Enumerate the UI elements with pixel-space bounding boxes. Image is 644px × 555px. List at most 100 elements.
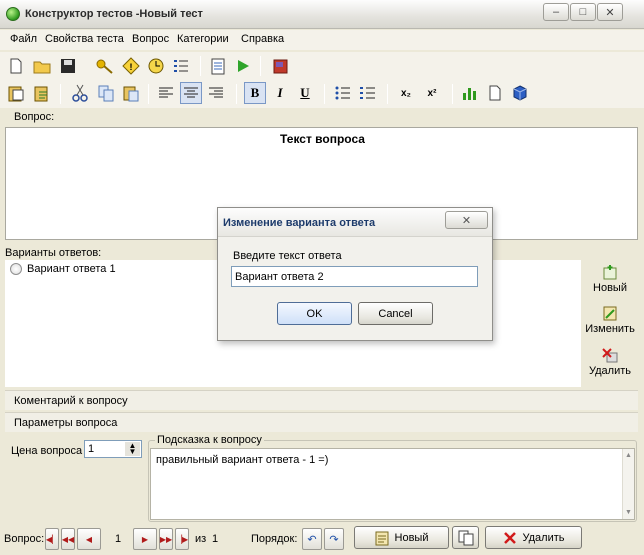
cut-icon[interactable] <box>69 82 91 104</box>
app-icon <box>6 7 20 21</box>
new-file-icon[interactable] <box>5 55 27 77</box>
undo-order-icon[interactable]: ↶ <box>302 528 322 550</box>
menu-file[interactable]: Файл <box>10 33 37 45</box>
warning-icon[interactable]: ! <box>120 55 142 77</box>
paste-icon[interactable] <box>120 82 142 104</box>
chart-icon[interactable] <box>459 82 481 104</box>
answer-text: Вариант ответа 1 <box>27 263 116 275</box>
maximize-button[interactable]: □ <box>570 3 596 21</box>
save-icon[interactable] <box>57 55 79 77</box>
next-question-button[interactable]: ▶ <box>133 528 157 550</box>
svg-text:!: ! <box>130 62 133 72</box>
new-question-icon <box>375 531 389 545</box>
question-text: Текст вопроса <box>280 132 365 146</box>
key-icon[interactable] <box>94 55 116 77</box>
price-stepper[interactable]: 1 ▲ ▼ <box>84 440 142 458</box>
delete-question-button[interactable]: Удалить <box>485 526 582 549</box>
italic-icon[interactable]: I <box>269 82 291 104</box>
ok-button[interactable]: OK <box>277 302 352 325</box>
toolbar-separator <box>324 84 325 104</box>
edit-answer-dialog: Изменение варианта ответа ✕ Введите текс… <box>217 207 493 341</box>
align-center-icon[interactable] <box>180 82 202 104</box>
dialog-prompt: Введите текст ответа <box>233 250 342 262</box>
comment-section-label: Коментарий к вопросу <box>14 395 128 407</box>
prev-page-button[interactable]: ◀◀ <box>61 528 75 550</box>
params-section[interactable]: Параметры вопроса <box>5 412 638 432</box>
toolbar-separator <box>148 84 149 104</box>
checklist-icon[interactable] <box>207 55 229 77</box>
paste-clipboard-icon[interactable] <box>31 82 53 104</box>
dialog-title: Изменение варианта ответа <box>223 217 376 229</box>
edit-answer-button[interactable]: Изменить <box>581 305 639 335</box>
underline-icon[interactable]: U <box>294 82 316 104</box>
order-label: Порядок: <box>251 533 298 545</box>
copy-question-button[interactable] <box>452 526 479 549</box>
toolbar-separator <box>236 84 237 104</box>
answer-radio[interactable] <box>10 263 22 275</box>
menu-help[interactable]: Справка <box>241 33 284 45</box>
menu-categories[interactable]: Категории <box>177 33 229 45</box>
hint-scrollbar[interactable]: ▲ ▼ <box>622 449 634 519</box>
toolbar-separator <box>200 56 201 76</box>
window-title: Конструктор тестов -Новый тест <box>25 8 203 20</box>
numbered-list-icon[interactable] <box>170 55 192 77</box>
price-value: 1 <box>88 443 95 455</box>
price-label: Цена вопроса <box>11 445 83 457</box>
answer-item[interactable]: Вариант ответа 1 <box>10 263 116 275</box>
superscript-icon[interactable]: x² <box>421 82 443 104</box>
question-navigation: Вопрос: ◀▏ ◀◀ ◀ 1 ▶ ▶▶ ▕▶ из 1 Порядок: … <box>0 524 644 555</box>
first-question-button[interactable]: ◀▏ <box>45 528 59 550</box>
align-left-icon[interactable] <box>155 82 177 104</box>
last-question-button[interactable]: ▕▶ <box>175 528 189 550</box>
minimize-button[interactable]: – <box>543 3 569 21</box>
run-icon[interactable] <box>232 55 254 77</box>
answers-label: Варианты ответов: <box>5 247 102 259</box>
next-page-button[interactable]: ▶▶ <box>159 528 173 550</box>
book-icon[interactable] <box>270 55 292 77</box>
copy-question-icon <box>458 530 473 545</box>
new-question-button[interactable]: Новый <box>354 526 449 549</box>
redo-order-icon[interactable]: ↷ <box>324 528 344 550</box>
subscript-icon[interactable]: x₂ <box>395 82 417 104</box>
dialog-title-bar[interactable]: Изменение варианта ответа ✕ <box>218 208 492 237</box>
menu-test-properties[interactable]: Свойства теста <box>45 33 124 45</box>
params-section-label: Параметры вопроса <box>14 417 118 429</box>
clock-icon[interactable] <box>145 55 167 77</box>
main-toolbar: ! <box>0 52 644 80</box>
nav-question-label: Вопрос: <box>4 533 45 545</box>
copy-icon[interactable] <box>95 82 117 104</box>
edit-answer-icon <box>603 306 617 321</box>
title-bar[interactable]: Конструктор тестов -Новый тест – □ ✕ <box>0 0 644 29</box>
new-answer-button[interactable]: Новый <box>581 264 639 294</box>
of-label: из <box>195 533 207 545</box>
toolbar-separator <box>260 56 261 76</box>
page-icon[interactable] <box>484 82 506 104</box>
hint-label: Подсказка к вопросу <box>155 434 264 446</box>
align-right-icon[interactable] <box>205 82 227 104</box>
current-question-number[interactable]: 1 <box>115 533 121 545</box>
spinner-arrows-icon[interactable]: ▲ ▼ <box>125 442 140 456</box>
delete-answer-button[interactable]: Удалить <box>581 347 639 377</box>
menu-question[interactable]: Вопрос <box>132 33 169 45</box>
toolbar-separator <box>60 84 61 104</box>
open-folder-icon[interactable] <box>31 55 53 77</box>
paste-special-icon[interactable] <box>5 82 27 104</box>
dialog-close-button[interactable]: ✕ <box>445 211 488 229</box>
comment-section[interactable]: Коментарий к вопросу <box>5 390 638 410</box>
cube-icon[interactable] <box>509 82 531 104</box>
close-button[interactable]: ✕ <box>597 3 623 21</box>
bullet-list-icon[interactable] <box>332 82 354 104</box>
numbered-list-icon-2[interactable] <box>357 82 379 104</box>
prev-question-button[interactable]: ◀ <box>77 528 101 550</box>
answer-text-input[interactable] <box>231 266 478 287</box>
toolbar-separator <box>387 84 388 104</box>
menu-bar: Файл Свойства теста Вопрос Категории Спр… <box>0 30 644 50</box>
delete-answer-icon <box>602 348 618 363</box>
question-label: Вопрос: <box>14 111 55 123</box>
delete-question-icon <box>503 531 516 544</box>
cancel-button[interactable]: Cancel <box>358 302 433 325</box>
hint-textarea[interactable]: правильный вариант ответа - 1 =) ▲ ▼ <box>150 448 635 520</box>
toolbar-separator <box>452 84 453 104</box>
hint-text: правильный вариант ответа - 1 =) <box>156 454 329 466</box>
bold-icon[interactable]: B <box>244 82 266 104</box>
